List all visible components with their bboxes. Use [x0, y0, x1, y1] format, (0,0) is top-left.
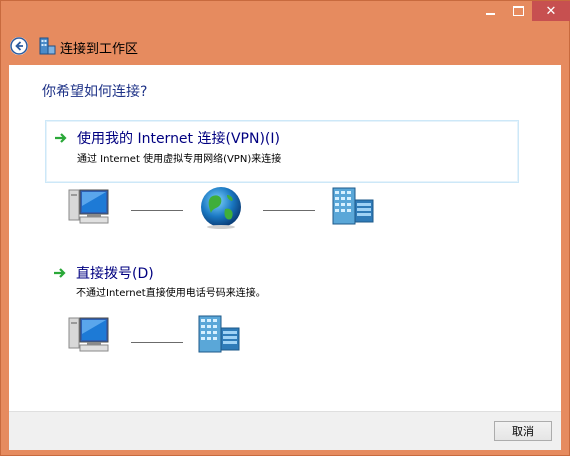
workplace-network-icon	[39, 37, 56, 55]
server-icon	[332, 187, 374, 225]
page-heading: 你希望如何连接?	[42, 84, 148, 100]
option-dial-up-title: 直接拨号(D)	[76, 266, 154, 282]
option-vpn-description: 通过 Internet 使用虚拟专用网络(VPN)来连接	[77, 154, 282, 165]
server-icon	[198, 315, 240, 353]
vpn-diagram	[9, 185, 561, 231]
connection-line	[131, 210, 183, 211]
maximize-icon	[512, 6, 524, 16]
maximize-button[interactable]	[504, 1, 532, 21]
title-bar[interactable]: ✕	[1, 1, 570, 27]
close-icon: ✕	[545, 3, 557, 19]
wizard-header: 连接到工作区	[1, 27, 569, 65]
connection-line	[131, 342, 183, 343]
option-dial-up-description: 不通过Internet直接使用电话号码来连接。	[76, 288, 266, 299]
option-dial-up[interactable]: 直接拨号(D) 不通过Internet直接使用电话号码来连接。	[45, 257, 519, 299]
green-arrow-icon	[55, 133, 67, 143]
cancel-button[interactable]: 取消	[494, 421, 552, 441]
footer-bar: 取消	[9, 411, 561, 450]
close-button[interactable]: ✕	[532, 1, 570, 21]
minimize-button[interactable]	[476, 1, 504, 21]
dial-up-diagram	[9, 313, 561, 359]
computer-icon	[68, 317, 109, 352]
back-arrow-icon	[10, 37, 28, 55]
connection-line	[263, 210, 315, 211]
option-vpn[interactable]: 使用我的 Internet 连接(VPN)(I) 通过 Internet 使用虚…	[45, 120, 519, 183]
green-arrow-icon	[54, 268, 66, 278]
content-area: 你希望如何连接? 使用我的 Internet 连接(VPN)(I) 通过 Int…	[9, 65, 561, 411]
window-title: 连接到工作区	[60, 42, 139, 57]
option-vpn-title: 使用我的 Internet 连接(VPN)(I)	[77, 131, 280, 147]
back-button[interactable]	[10, 37, 28, 55]
dialog-window: ✕ 连接到工作区 你希望如何连接? 使用我的 Internet 连接(VPN)(…	[0, 0, 570, 456]
computer-icon	[68, 189, 109, 224]
globe-icon	[201, 187, 241, 229]
minimize-icon	[485, 13, 495, 15]
